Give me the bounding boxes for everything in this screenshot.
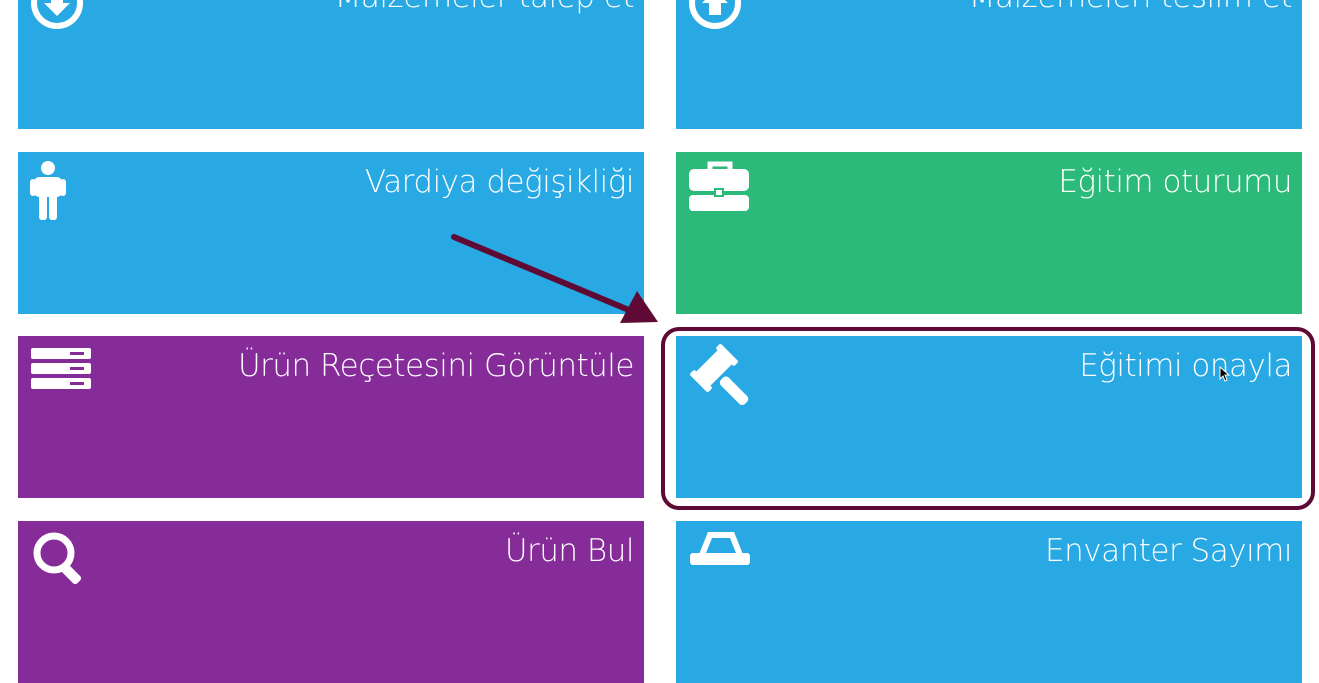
tile-approve-training[interactable]: Eğitimi onayla bbox=[676, 336, 1302, 498]
tile-find-product[interactable]: Ürün Bul bbox=[18, 521, 644, 683]
tile-deliver-materials[interactable]: Malzemeleri teslim et bbox=[676, 0, 1302, 129]
download-circle-icon bbox=[31, 0, 83, 33]
upload-circle-icon bbox=[689, 0, 741, 33]
list-icon bbox=[30, 344, 94, 400]
tile-view-product-recipe[interactable]: Ürün Reçetesini Görüntüle bbox=[18, 336, 644, 498]
annotation-arrow-icon bbox=[451, 234, 658, 323]
tile-label: Ürün Bul bbox=[504, 533, 635, 569]
tile-label: Vardiya değişikliği bbox=[364, 164, 635, 200]
person-icon bbox=[30, 160, 70, 226]
tile-training-session[interactable]: Eğitim oturumu bbox=[676, 152, 1302, 314]
mouse-pointer-icon bbox=[1219, 366, 1231, 382]
search-icon bbox=[30, 529, 90, 593]
tile-inventory-count[interactable]: Envanter Sayımı bbox=[676, 521, 1302, 683]
tile-label: Eğitimi onayla bbox=[1079, 348, 1292, 384]
tile-request-materials[interactable]: Malzemeler talep et bbox=[18, 0, 644, 129]
tile-label: Malzemeleri teslim et bbox=[969, 0, 1293, 19]
tile-label: Ürün Reçetesini Görüntüle bbox=[237, 348, 635, 384]
tile-label: Eğitim oturumu bbox=[1058, 164, 1292, 200]
cart-icon bbox=[688, 529, 752, 593]
tile-label: Malzemeler talep et bbox=[335, 0, 635, 19]
tile-label: Envanter Sayımı bbox=[1045, 533, 1293, 569]
briefcase-icon bbox=[688, 160, 752, 218]
gavel-icon bbox=[688, 344, 752, 412]
